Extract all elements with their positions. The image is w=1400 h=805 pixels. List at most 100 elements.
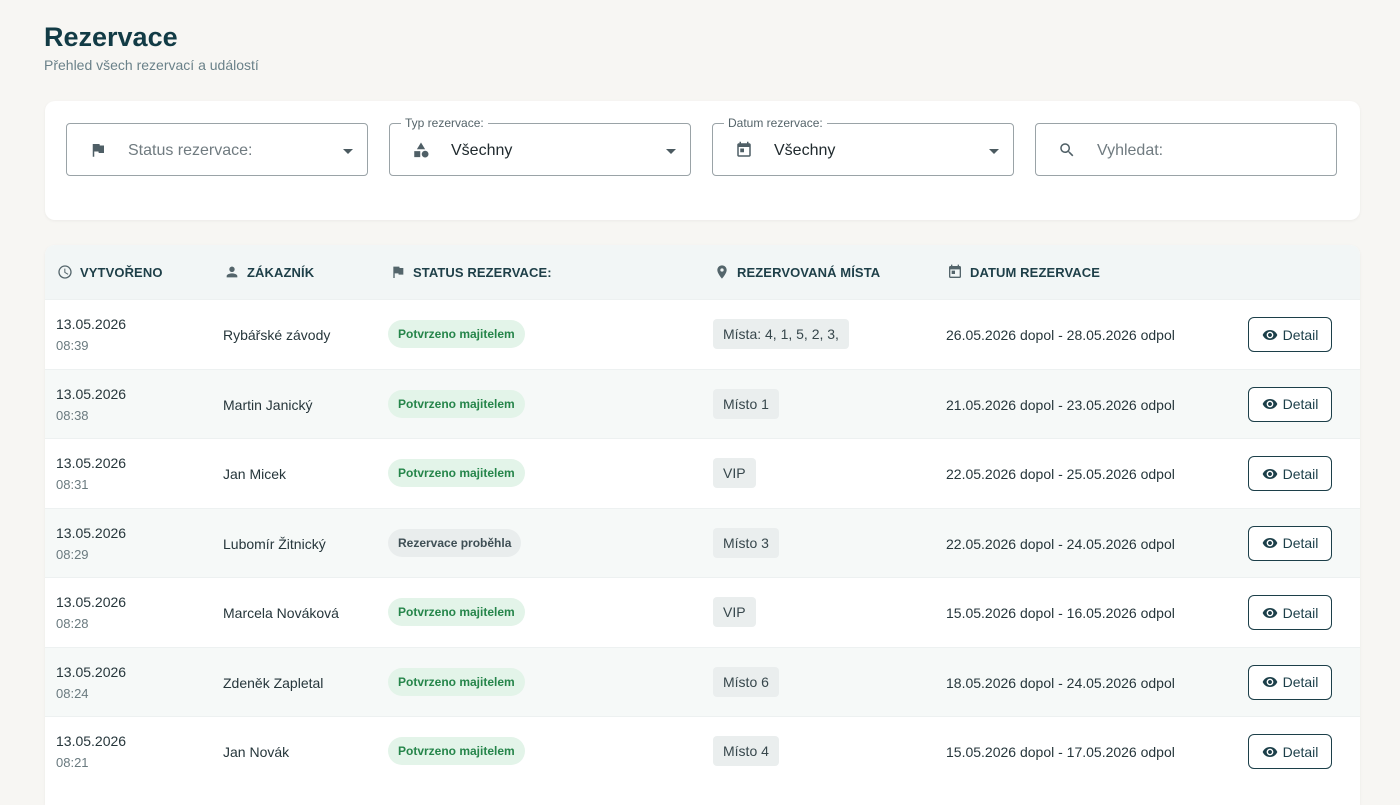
created-date: 13.05.2026: [56, 316, 127, 332]
reservation-date-range: 15.05.2026 dopol - 16.05.2026 odpol: [946, 605, 1175, 621]
created-date: 13.05.2026: [56, 594, 127, 610]
column-header-date[interactable]: DATUM REZERVACE: [947, 264, 1100, 280]
page-title: Rezervace: [44, 22, 178, 52]
date-filter-select[interactable]: Datum rezervace: Všechny: [712, 116, 1014, 176]
detail-button[interactable]: Detail: [1248, 317, 1332, 352]
table-row: 13.05.2026 08:29 Lubomír Žitnický Rezervace…: [45, 507, 1360, 577]
table-row: 13.05.2026 08:38 Martin Janický Potvrzeno m…: [45, 368, 1360, 438]
location-pin-icon: [717, 265, 727, 279]
detail-button[interactable]: Detail: [1248, 734, 1332, 769]
filter-panel: Status rezervace: Typ rezervace: Všechny…: [45, 101, 1360, 220]
type-filter-select[interactable]: Typ rezervace: Všechny: [389, 116, 691, 176]
eye-icon: [1262, 329, 1277, 340]
shapes-icon: [414, 142, 429, 158]
detail-button[interactable]: Detail: [1248, 386, 1332, 422]
reservation-date-range: 22.05.2026 dopol - 24.05.2026 odpol: [946, 535, 1175, 552]
eye-icon: [1262, 677, 1277, 687]
created-time: 08:39: [56, 338, 89, 353]
created-date: 13.05.2026: [56, 455, 127, 471]
customer-name: Rybářské závody: [223, 327, 331, 343]
status-badge: Potvrzeno majitelem: [388, 389, 525, 418]
column-header-places[interactable]: REZERVOVANÁ MÍSTA: [714, 264, 880, 280]
eye-icon: [1262, 746, 1277, 757]
eye-icon: [1262, 538, 1277, 548]
column-header-customer[interactable]: ZÁKAZNÍK: [224, 264, 314, 280]
column-header-status-label: STATUS REZERVACE:: [413, 264, 552, 280]
column-header-date-label: DATUM REZERVACE: [970, 264, 1101, 280]
status-filter-placeholder: Status rezervace:: [128, 142, 253, 159]
status-badge: Rezervace proběhla: [388, 528, 522, 557]
column-header-created-label: VYTVOŘENO: [80, 264, 163, 280]
customer-name: Martin Janický: [223, 396, 313, 413]
column-header-created[interactable]: VYTVOŘENO: [57, 264, 163, 280]
created-date: 13.05.2026: [56, 385, 127, 402]
table-row: 13.05.2026 08:31 Jan Micek Potvrzeno majite…: [45, 438, 1360, 507]
table-row: 13.05.2026 08:21 Jan Novák Potvrzeno majite…: [45, 716, 1360, 785]
column-header-places-label: REZERVOVANÁ MÍSTA: [737, 264, 881, 280]
status-badge: Potvrzeno majitelem: [388, 459, 525, 487]
created-date: 13.05.2026: [56, 524, 127, 541]
places-chip: Místo 1: [713, 388, 779, 419]
created-time: 08:31: [56, 477, 89, 492]
search-icon: [1060, 143, 1074, 157]
table-row: 13.05.2026 08:39 Rybářské závody Potvrzeno …: [45, 299, 1360, 368]
status-badge: Potvrzeno majitelem: [388, 598, 525, 626]
chevron-down-icon: [989, 149, 999, 154]
detail-button-label: Detail: [1282, 674, 1319, 690]
type-filter-label: Typ rezervace:: [401, 116, 488, 130]
detail-button-label: Detail: [1282, 743, 1319, 760]
calendar-icon: [737, 141, 751, 157]
created-time: 08:24: [56, 685, 89, 701]
status-badge: Potvrzeno majitelem: [388, 320, 525, 348]
date-filter-label: Datum rezervace:: [724, 116, 827, 130]
created-date: 13.05.2026: [56, 663, 127, 680]
customer-name: Jan Micek: [223, 466, 287, 482]
page-header: Rezervace Přehled všech rezervací a udál…: [44, 20, 259, 73]
eye-icon: [1262, 468, 1277, 479]
customer-name: Zdeněk Zapletal: [223, 674, 324, 691]
detail-button[interactable]: Detail: [1248, 456, 1332, 491]
eye-icon: [1262, 399, 1277, 409]
column-header-status[interactable]: STATUS REZERVACE:: [390, 264, 552, 280]
detail-button[interactable]: Detail: [1248, 664, 1332, 700]
status-badge: Potvrzeno majitelem: [388, 667, 525, 696]
calendar-icon: [949, 264, 961, 278]
created-time: 08:29: [56, 546, 89, 562]
places-chip: Místo 3: [713, 527, 779, 558]
table-header: VYTVOŘENO ZÁKAZNÍK STATUS REZERVACE: REZ…: [45, 245, 1360, 299]
reservation-date-range: 26.05.2026 dopol - 28.05.2026 odpol: [946, 327, 1175, 343]
reservation-date-range: 22.05.2026 dopol - 25.05.2026 odpol: [946, 466, 1175, 482]
chevron-down-icon: [343, 149, 353, 154]
customer-name: Lubomír Žitnický: [223, 535, 326, 552]
search-input[interactable]: Vyhledat:: [1035, 123, 1337, 176]
search-placeholder: Vyhledat:: [1097, 142, 1164, 159]
reservations-table: VYTVOŘENO ZÁKAZNÍK STATUS REZERVACE: REZ…: [45, 245, 1360, 805]
column-header-customer-label: ZÁKAZNÍK: [247, 264, 315, 280]
table-row: 13.05.2026 08:24 Zdeněk Zapletal Potvrzeno …: [45, 646, 1360, 716]
detail-button-label: Detail: [1282, 604, 1319, 621]
created-time: 08:38: [56, 407, 89, 423]
customer-name: Marcela Nováková: [223, 605, 339, 621]
places-chip: VIP: [713, 458, 756, 488]
reservation-date-range: 18.05.2026 dopol - 24.05.2026 odpol: [946, 674, 1175, 691]
detail-button[interactable]: Detail: [1248, 525, 1332, 561]
status-filter-select[interactable]: Status rezervace:: [66, 123, 368, 176]
places-chip: VIP: [713, 597, 756, 627]
customer-name: Jan Novák: [223, 744, 290, 760]
places-chip: Místo 6: [713, 666, 779, 697]
places-chip: Místa: 4, 1, 5, 2, 3,: [713, 319, 849, 349]
flag-icon: [92, 144, 104, 157]
reservation-date-range: 21.05.2026 dopol - 23.05.2026 odpol: [946, 396, 1175, 413]
chevron-down-icon: [666, 149, 676, 154]
date-filter-value: Všechny: [774, 142, 836, 159]
eye-icon: [1262, 607, 1277, 618]
created-time: 08:28: [56, 616, 89, 631]
detail-button[interactable]: Detail: [1248, 595, 1332, 630]
status-badge: Potvrzeno majitelem: [388, 737, 525, 765]
created-time: 08:21: [56, 755, 89, 770]
detail-button-label: Detail: [1282, 535, 1319, 551]
detail-button-label: Detail: [1282, 396, 1319, 412]
detail-button-label: Detail: [1282, 465, 1319, 482]
reservation-date-range: 15.05.2026 dopol - 17.05.2026 odpol: [946, 744, 1175, 760]
flag-icon: [393, 266, 404, 278]
